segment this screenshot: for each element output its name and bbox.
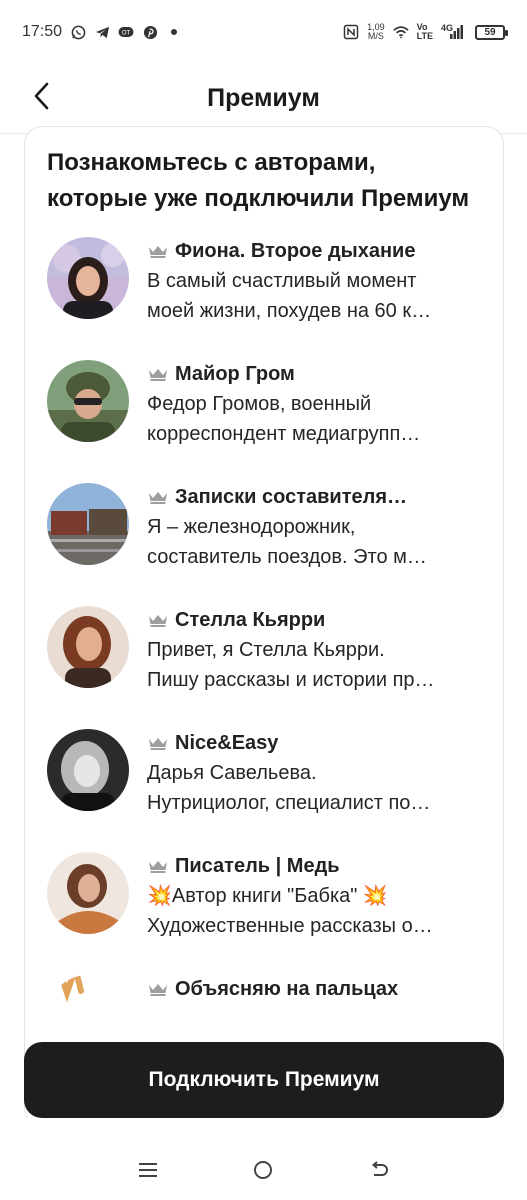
avatar xyxy=(47,483,129,565)
author-description-line: Художественные рассказы о… xyxy=(147,915,433,937)
author-name: Стелла Кьярри xyxy=(147,606,481,634)
speed-unit: M/S xyxy=(367,31,384,41)
volte-indicator: Vo LTE xyxy=(417,23,433,41)
author-name-text: Объясняю на пальцах xyxy=(175,978,399,1000)
author-description-line: составитель поездов. Это м… xyxy=(147,546,427,568)
author-name-text: Стелла Кьярри xyxy=(175,609,326,631)
author-name-text: Майор Гром xyxy=(175,363,295,385)
authors-card: Познакомьтесь с авторами, которые уже по… xyxy=(24,126,504,1126)
author-info: Nice&Easy Дарья Савельева. Нутрициолог, … xyxy=(147,729,481,818)
author-item[interactable]: Писатель | Медь 💥Автор книги "Бабка" 💥 Х… xyxy=(47,852,481,975)
return-icon xyxy=(372,1161,389,1176)
avatar xyxy=(47,729,129,811)
svg-text:OT: OT xyxy=(122,31,131,37)
author-name-text: Фиона. Второе дыхание xyxy=(175,240,416,262)
author-name-text: Записки составителя… xyxy=(175,486,408,508)
author-info: Объясняю на пальцах xyxy=(147,975,481,1003)
pinterest-icon xyxy=(142,24,158,40)
author-description: В самый счастливый момент моей жизни, по… xyxy=(147,266,481,326)
avatar xyxy=(47,237,129,319)
status-right: 1,09 M/S Vo LTE 4G 59 xyxy=(343,23,508,41)
menu-icon xyxy=(138,1163,157,1177)
author-info: Записки составителя… Я – железнодорожник… xyxy=(147,483,481,572)
signal-label: 4G xyxy=(440,23,453,33)
header: Премиум xyxy=(0,64,527,134)
author-item[interactable]: Фиона. Второе дыхание В самый счастливый… xyxy=(47,237,481,360)
author-description-line: корреспондент медиагрупп… xyxy=(147,423,421,445)
whatsapp-icon xyxy=(70,24,86,40)
app-badge-icon: OT xyxy=(118,24,134,40)
author-name: Записки составителя… xyxy=(147,483,481,511)
page-title: Премиум xyxy=(207,84,320,112)
home-circle-icon xyxy=(254,1161,273,1179)
nfc-icon xyxy=(343,24,359,40)
status-time: 17:50 xyxy=(22,23,63,40)
avatar xyxy=(47,606,129,688)
author-info: Писатель | Медь 💥Автор книги "Бабка" 💥 Х… xyxy=(147,852,481,941)
author-description-line: Нутрициолог, специалист по… xyxy=(147,792,431,814)
card-title: Познакомьтесь с авторами, которые уже по… xyxy=(47,149,470,212)
author-description: Я – железнодорожник, составитель поездов… xyxy=(147,512,481,572)
author-item[interactable]: Nice&Easy Дарья Савельева. Нутрициолог, … xyxy=(47,729,481,852)
crown-icon xyxy=(149,246,167,258)
crown-icon xyxy=(149,492,167,504)
crown-icon xyxy=(149,369,167,381)
chevron-left-icon xyxy=(34,82,49,110)
avatar xyxy=(47,360,129,442)
avatar xyxy=(47,852,129,934)
crown-icon xyxy=(149,861,167,873)
screen: 17:50 OT 1,09 M/S Vo LTE 4G 59 Премиум П… xyxy=(0,0,527,1200)
author-description: Федор Громов, военный корреспондент меди… xyxy=(147,389,481,449)
author-description: Дарья Савельева. Нутрициолог, специалист… xyxy=(147,758,481,818)
author-description-line: Дарья Савельева. xyxy=(147,762,317,784)
author-description-line: Я – железнодорожник, xyxy=(147,516,356,538)
wifi-icon xyxy=(393,24,409,40)
author-description-line: моей жизни, похудев на 60 к… xyxy=(147,300,432,322)
author-item[interactable]: Майор Гром Федор Громов, военный корресп… xyxy=(47,360,481,483)
back-button[interactable] xyxy=(22,76,62,116)
volte-bottom: LTE xyxy=(416,31,433,41)
author-item[interactable]: Записки составителя… Я – железнодорожник… xyxy=(47,483,481,606)
subscribe-premium-button[interactable]: Подключить Премиум xyxy=(24,1042,504,1118)
author-description-line: Привет, я Стелла Кьярри. xyxy=(147,639,385,661)
author-description-line: 💥Автор книги "Бабка" 💥 xyxy=(147,885,388,907)
author-description-line: Федор Громов, военный xyxy=(147,393,372,415)
telegram-icon xyxy=(94,24,110,40)
author-name: Майор Гром xyxy=(147,360,481,388)
author-info: Фиона. Второе дыхание В самый счастливый… xyxy=(147,237,481,326)
author-description-line: Пишу рассказы и истории пр… xyxy=(147,669,435,691)
author-name-text: Nice&Easy xyxy=(175,732,279,754)
system-back-button[interactable] xyxy=(364,1155,394,1185)
crown-icon xyxy=(149,615,167,627)
author-name: Писатель | Медь xyxy=(147,852,481,880)
status-bar: 17:50 OT 1,09 M/S Vo LTE 4G 59 xyxy=(0,0,527,64)
author-item[interactable]: Стелла Кьярри Привет, я Стелла Кьярри. П… xyxy=(47,606,481,729)
author-info: Стелла Кьярри Привет, я Стелла Кьярри. П… xyxy=(147,606,481,695)
author-info: Майор Гром Федор Громов, военный корресп… xyxy=(147,360,481,449)
system-nav-bar xyxy=(0,1140,527,1200)
crown-icon xyxy=(149,738,167,750)
author-description: 💥Автор книги "Бабка" 💥 Художественные ра… xyxy=(147,881,481,941)
menu-button[interactable] xyxy=(133,1155,163,1185)
home-button[interactable] xyxy=(248,1155,278,1185)
author-name: Объясняю на пальцах xyxy=(147,975,481,1003)
author-name: Фиона. Второе дыхание xyxy=(147,237,481,265)
author-description-line: В самый счастливый момент xyxy=(147,270,417,292)
dot-icon xyxy=(166,24,182,40)
author-name: Nice&Easy xyxy=(147,729,481,757)
battery-indicator: 59 xyxy=(475,24,508,40)
author-name-text: Писатель | Медь xyxy=(175,855,340,877)
status-left: 17:50 OT xyxy=(22,23,182,41)
battery-level: 59 xyxy=(484,26,496,38)
network-speed: 1,09 M/S xyxy=(367,23,385,41)
crown-icon xyxy=(149,984,167,996)
author-description: Привет, я Стелла Кьярри. Пишу рассказы и… xyxy=(147,635,481,695)
